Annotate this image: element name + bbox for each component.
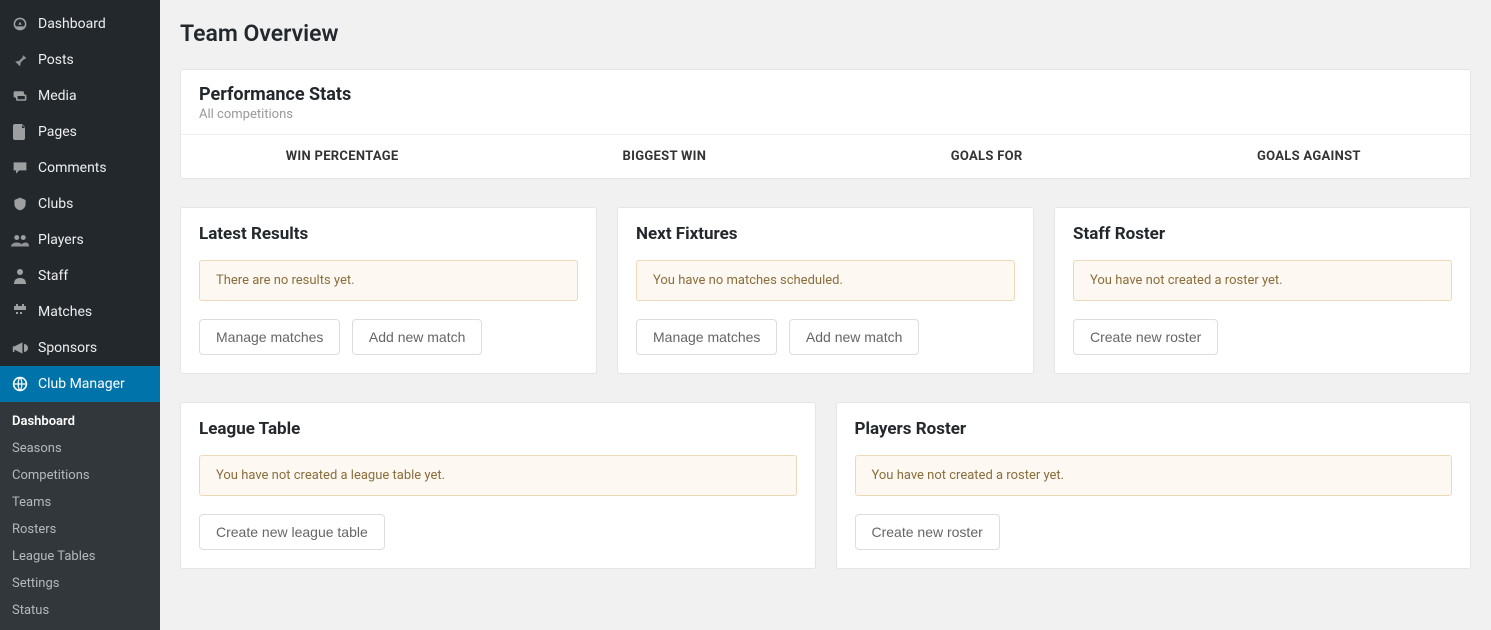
sidebar-item-label: Clubs xyxy=(38,196,73,212)
sidebar-item-club-manager[interactable]: Club Manager xyxy=(0,366,160,402)
staff-roster-title: Staff Roster xyxy=(1055,208,1470,260)
league-table-title: League Table xyxy=(181,403,815,455)
submenu-item-teams[interactable]: Teams xyxy=(0,489,160,516)
sidebar-item-label: Club Manager xyxy=(38,376,125,392)
players-roster-card: Players Roster You have not created a ro… xyxy=(836,402,1472,569)
players-roster-notice: You have not created a roster yet. xyxy=(855,455,1453,496)
create-new-league-table-button[interactable]: Create new league table xyxy=(199,514,385,550)
submenu-item-status[interactable]: Status xyxy=(0,597,160,624)
shield-icon xyxy=(10,194,30,214)
next-fixtures-notice: You have no matches scheduled. xyxy=(636,260,1015,301)
manage-matches-button[interactable]: Manage matches xyxy=(636,319,777,355)
dashboard-icon xyxy=(10,14,30,34)
sidebar-item-pages[interactable]: Pages xyxy=(0,114,160,150)
sidebar-item-label: Comments xyxy=(38,160,107,176)
staff-icon xyxy=(10,266,30,286)
latest-results-card: Latest Results There are no results yet.… xyxy=(180,207,597,374)
latest-results-notice: There are no results yet. xyxy=(199,260,578,301)
sidebar-item-comments[interactable]: Comments xyxy=(0,150,160,186)
globe-icon xyxy=(10,374,30,394)
sidebar-item-label: Staff xyxy=(38,268,68,284)
sidebar-item-media[interactable]: Media xyxy=(0,78,160,114)
stat-goals-against: GOALS AGAINST xyxy=(1148,135,1470,178)
submenu-item-dashboard[interactable]: Dashboard xyxy=(0,408,160,435)
sidebar-item-label: Posts xyxy=(38,52,74,68)
submenu-item-settings[interactable]: Settings xyxy=(0,570,160,597)
sidebar-item-sponsors[interactable]: Sponsors xyxy=(0,330,160,366)
performance-stats-row: WIN PERCENTAGE BIGGEST WIN GOALS FOR GOA… xyxy=(181,134,1470,178)
media-icon xyxy=(10,86,30,106)
pin-icon xyxy=(10,50,30,70)
players-roster-title: Players Roster xyxy=(837,403,1471,455)
sidebar-item-players[interactable]: Players xyxy=(0,222,160,258)
stat-goals-for: GOALS FOR xyxy=(826,135,1148,178)
add-new-match-button[interactable]: Add new match xyxy=(352,319,483,355)
staff-roster-notice: You have not created a roster yet. xyxy=(1073,260,1452,301)
comment-icon xyxy=(10,158,30,178)
sidebar-item-label: Dashboard xyxy=(38,16,106,32)
main-content: Team Overview Performance Stats All comp… xyxy=(160,0,1491,630)
sidebar-item-label: Matches xyxy=(38,304,92,320)
megaphone-icon xyxy=(10,338,30,358)
submenu-item-rosters[interactable]: Rosters xyxy=(0,516,160,543)
performance-subtitle: All competitions xyxy=(199,107,1452,122)
league-table-notice: You have not created a league table yet. xyxy=(199,455,797,496)
admin-sidebar: Dashboard Posts Media Pages Comments Clu… xyxy=(0,0,160,630)
sidebar-item-dashboard[interactable]: Dashboard xyxy=(0,6,160,42)
sidebar-item-posts[interactable]: Posts xyxy=(0,42,160,78)
manage-matches-button[interactable]: Manage matches xyxy=(199,319,340,355)
sidebar-item-staff[interactable]: Staff xyxy=(0,258,160,294)
sidebar-item-clubs[interactable]: Clubs xyxy=(0,186,160,222)
sidebar-submenu: Dashboard Seasons Competitions Teams Ros… xyxy=(0,402,160,630)
latest-results-title: Latest Results xyxy=(181,208,596,260)
performance-title: Performance Stats xyxy=(199,84,1452,105)
calendar-icon xyxy=(10,302,30,322)
stat-biggest-win: BIGGEST WIN xyxy=(503,135,825,178)
sidebar-item-label: Pages xyxy=(38,124,77,140)
add-new-match-button[interactable]: Add new match xyxy=(789,319,920,355)
sidebar-item-label: Media xyxy=(38,88,77,104)
submenu-item-competitions[interactable]: Competitions xyxy=(0,462,160,489)
submenu-item-league-tables[interactable]: League Tables xyxy=(0,543,160,570)
pages-icon xyxy=(10,122,30,142)
league-table-card: League Table You have not created a leag… xyxy=(180,402,816,569)
sidebar-item-matches[interactable]: Matches xyxy=(0,294,160,330)
create-new-roster-button[interactable]: Create new roster xyxy=(1073,319,1218,355)
players-icon xyxy=(10,230,30,250)
sidebar-item-label: Sponsors xyxy=(38,340,97,356)
sidebar-item-label: Players xyxy=(38,232,84,248)
next-fixtures-title: Next Fixtures xyxy=(618,208,1033,260)
submenu-item-seasons[interactable]: Seasons xyxy=(0,435,160,462)
page-title: Team Overview xyxy=(180,20,1471,47)
performance-stats-panel: Performance Stats All competitions WIN P… xyxy=(180,69,1471,179)
stat-win-percentage: WIN PERCENTAGE xyxy=(181,135,503,178)
create-new-roster-button[interactable]: Create new roster xyxy=(855,514,1000,550)
staff-roster-card: Staff Roster You have not created a rost… xyxy=(1054,207,1471,374)
